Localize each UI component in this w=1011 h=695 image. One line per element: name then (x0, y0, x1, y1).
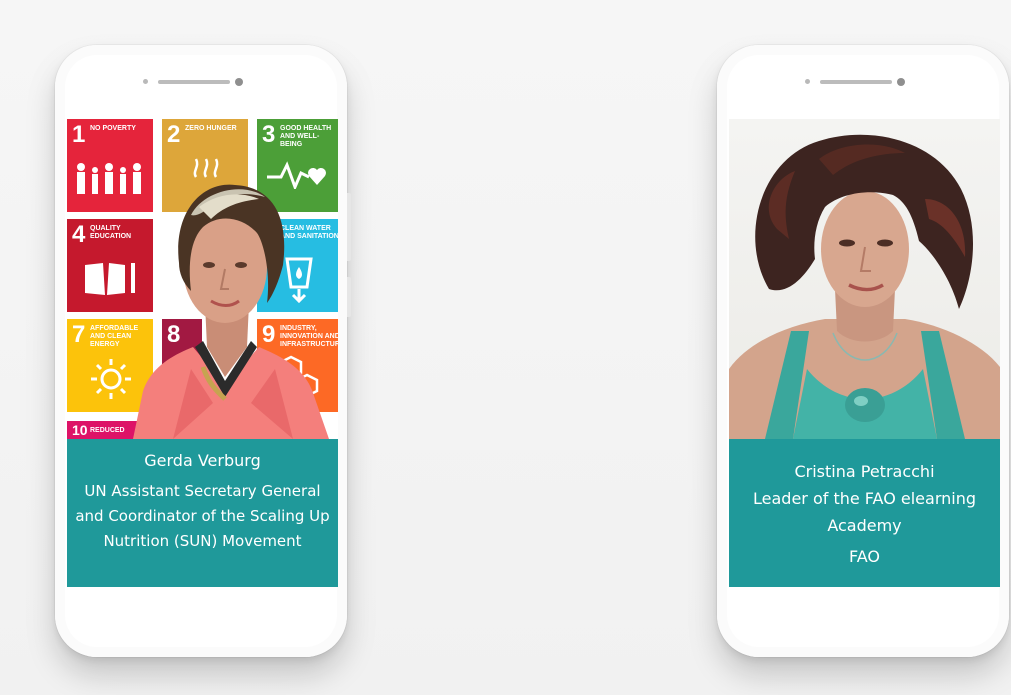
front-camera-icon (897, 78, 905, 86)
sdg-label: GOOD HEALTH AND WELL-BEING (280, 125, 332, 148)
sdg-number: 4 (72, 221, 86, 248)
profile-caption: Cristina Petracchi Leader of the FAO ele… (729, 439, 1000, 587)
profile-photo (729, 119, 1000, 439)
phone-speaker (143, 78, 259, 86)
power-button (347, 277, 351, 317)
phone-screen: Cristina Petracchi Leader of the FAO ele… (729, 119, 1000, 587)
profile-name: Cristina Petracchi (794, 462, 935, 481)
sensor-dot (143, 79, 148, 84)
profile-organization: FAO (849, 547, 880, 566)
phone-screen: 1 NO POVERTY 2 ZERO HUNGER 3 GOOD HEALTH… (67, 119, 338, 587)
person-photo-icon (729, 134, 1000, 439)
sun-power-icon (91, 359, 131, 399)
sensor-dot (805, 79, 810, 84)
person-photo-icon (133, 184, 329, 439)
sdg-number: 3 (262, 121, 276, 148)
profile-role: Leader of the FAO elearning Academy (753, 489, 976, 535)
book-icon (85, 263, 135, 295)
sdg-number: 1 (72, 121, 86, 148)
front-camera-icon (235, 78, 243, 86)
phone-speaker (805, 78, 921, 86)
profile-photo: 1 NO POVERTY 2 ZERO HUNGER 3 GOOD HEALTH… (67, 119, 338, 439)
sdg-label: ZERO HUNGER (185, 125, 237, 132)
profile-name: Gerda Verburg (144, 451, 261, 470)
earpiece-slot (158, 80, 230, 84)
sdg-number: 7 (72, 321, 86, 348)
sdg-label: NO POVERTY (90, 125, 136, 132)
earpiece-slot (820, 80, 892, 84)
volume-button (347, 193, 351, 261)
profile-showcase: 1 NO POVERTY 2 ZERO HUNGER 3 GOOD HEALTH… (0, 0, 1011, 695)
profile-caption: Gerda Verburg UN Assistant Secretary Gen… (67, 439, 338, 587)
phone-mockup-right: Cristina Petracchi Leader of the FAO ele… (717, 45, 1009, 657)
phone-mockup-left: 1 NO POVERTY 2 ZERO HUNGER 3 GOOD HEALTH… (55, 45, 351, 657)
profile-role: UN Assistant Secretary General and Coord… (75, 482, 330, 550)
sdg-number: 2 (167, 121, 181, 148)
sdg-number: 10 (72, 422, 88, 438)
